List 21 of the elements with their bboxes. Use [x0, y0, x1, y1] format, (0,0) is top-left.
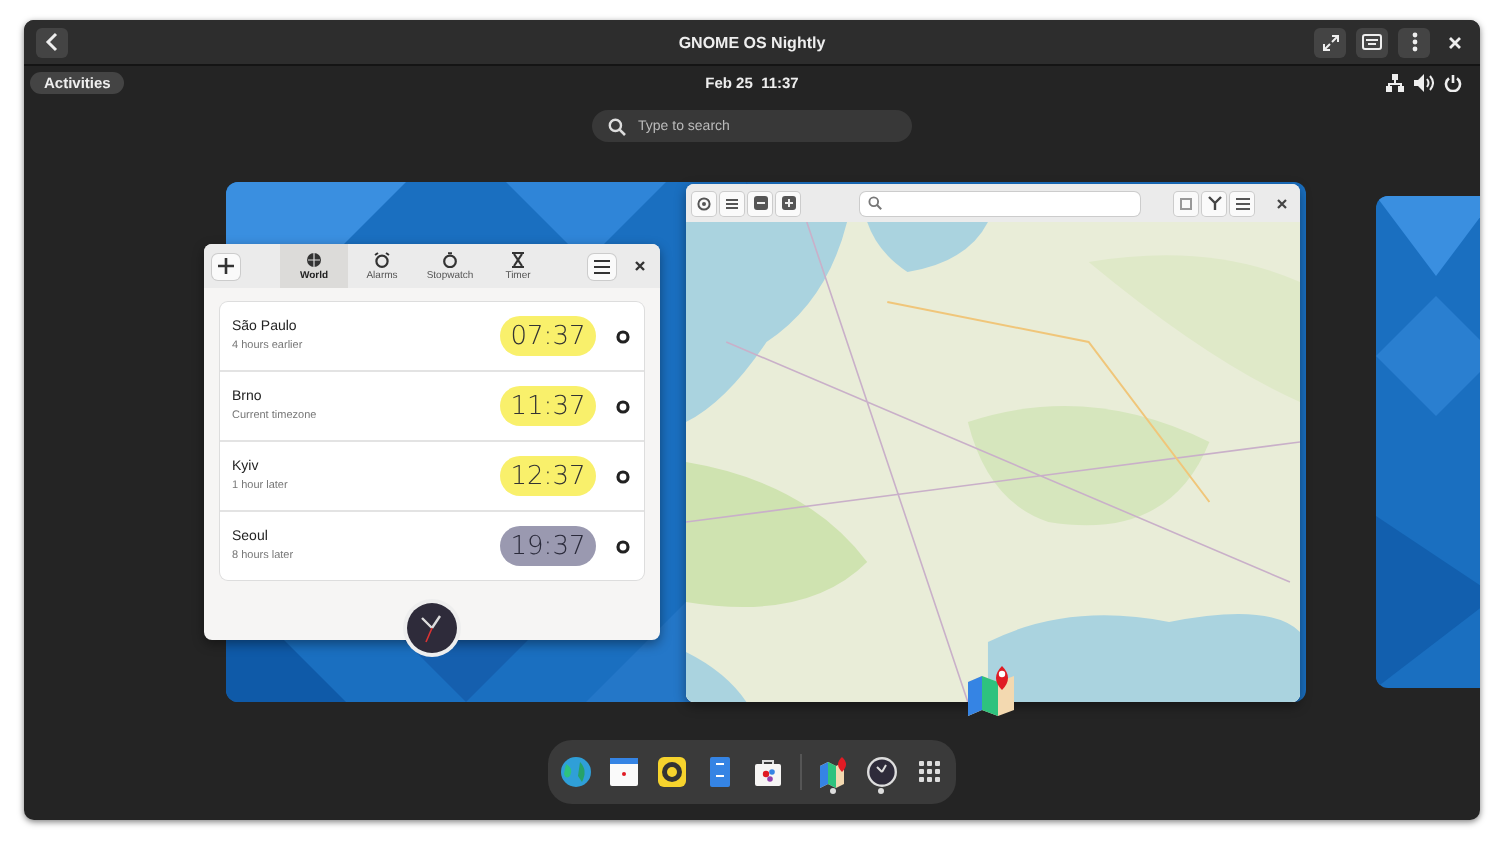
grid-icon: [913, 756, 945, 788]
shopping-bag-icon: [751, 756, 783, 788]
volume-icon[interactable]: [1414, 73, 1434, 91]
power-icon[interactable]: [1444, 73, 1462, 91]
kebab-menu-icon: [1411, 32, 1417, 52]
globe-icon: [559, 756, 591, 788]
close-icon: [1447, 35, 1461, 49]
fullscreen-button[interactable]: [1314, 27, 1346, 57]
fullscreen-icon: [1321, 33, 1339, 51]
network-icon[interactable]: [1386, 73, 1404, 91]
menu-button[interactable]: [1398, 27, 1430, 57]
back-icon: [44, 32, 60, 52]
back-button[interactable]: [36, 27, 68, 57]
map-pin-icon: [817, 756, 849, 788]
keyboard-icon: [1362, 34, 1382, 50]
search-icon: [608, 117, 626, 135]
keyboard-button[interactable]: [1356, 27, 1388, 57]
window-title: GNOME OS Nightly: [678, 33, 826, 51]
calendar-icon: [607, 756, 639, 788]
clock-icon: [865, 756, 897, 788]
speaker-icon: [655, 756, 687, 788]
